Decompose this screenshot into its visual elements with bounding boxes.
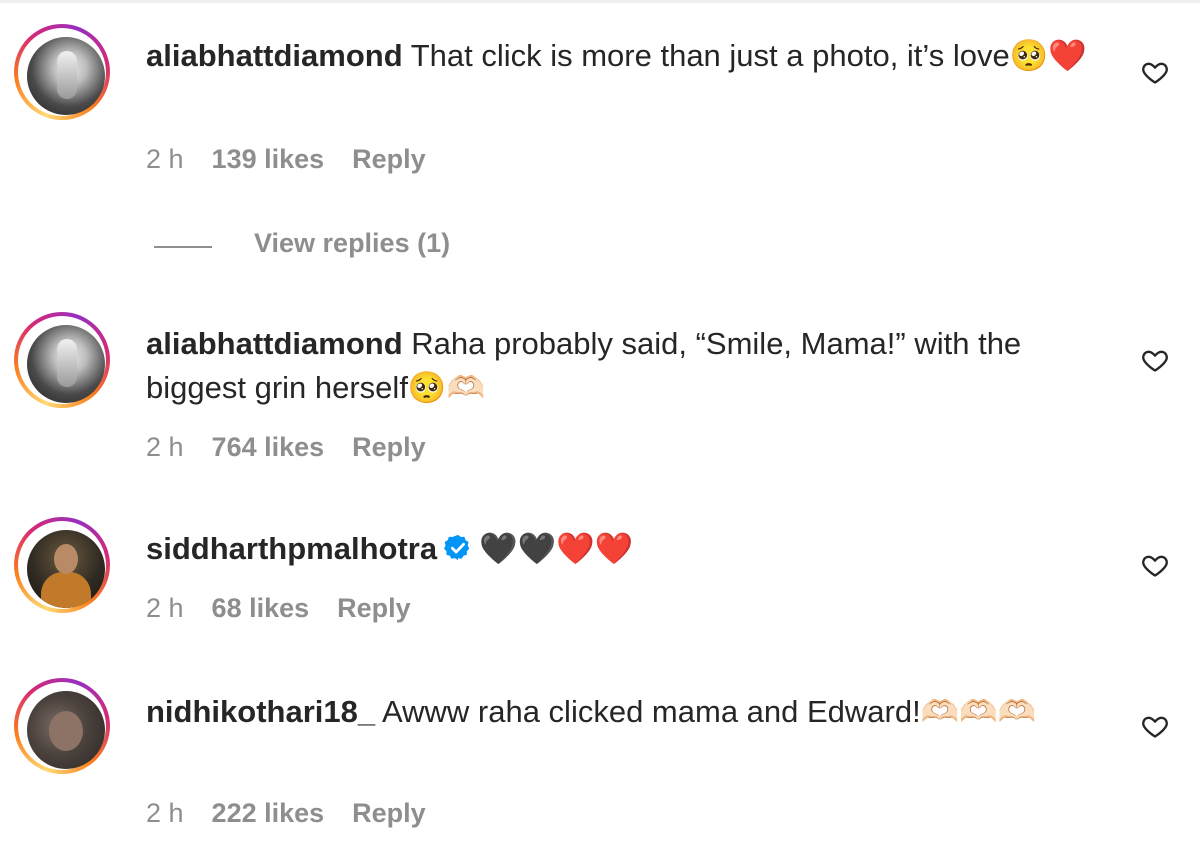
comment-likes[interactable]: 764 likes bbox=[212, 432, 325, 462]
comment-text: That click is more than just a photo, it… bbox=[402, 38, 1087, 73]
comment-username[interactable]: siddharthpmalhotra bbox=[146, 531, 437, 566]
comment-time: 2 h bbox=[146, 798, 184, 828]
verified-badge-icon bbox=[444, 534, 470, 561]
comment-meta: 2 h 764 likes Reply bbox=[146, 432, 454, 463]
comment-time: 2 h bbox=[146, 593, 184, 623]
profile-photo bbox=[27, 37, 105, 115]
comment-body: aliabhattdiamond Raha probably said, “Sm… bbox=[146, 322, 1106, 410]
avatar[interactable] bbox=[14, 312, 110, 408]
avatar[interactable] bbox=[14, 517, 110, 613]
comment-body: aliabhattdiamond That click is more than… bbox=[146, 34, 1106, 78]
comment-meta: 2 h 222 likes Reply bbox=[146, 798, 454, 829]
profile-photo bbox=[27, 530, 105, 608]
view-replies-line bbox=[154, 246, 212, 248]
comment-username[interactable]: aliabhattdiamond bbox=[146, 326, 403, 361]
comment-meta: 2 h 68 likes Reply bbox=[146, 593, 439, 624]
view-replies-label: View replies (1) bbox=[254, 228, 451, 258]
profile-photo bbox=[27, 691, 105, 769]
comment-time: 2 h bbox=[146, 144, 184, 174]
comment-likes[interactable]: 139 likes bbox=[212, 144, 325, 174]
heart-outline-icon[interactable] bbox=[1141, 346, 1169, 374]
reply-button[interactable]: Reply bbox=[337, 593, 411, 623]
top-divider bbox=[0, 0, 1200, 3]
heart-outline-icon[interactable] bbox=[1141, 58, 1169, 86]
comment-body: siddharthpmalhotra 🖤🖤❤️❤️ bbox=[146, 527, 1106, 571]
comment-meta: 2 h 139 likes Reply bbox=[146, 144, 454, 175]
heart-outline-icon[interactable] bbox=[1141, 712, 1169, 740]
profile-photo bbox=[27, 325, 105, 403]
heart-outline-icon[interactable] bbox=[1141, 551, 1169, 579]
comment-text: Awww raha clicked mama and Edward!🫶🏻🫶🏻🫶🏻 bbox=[375, 694, 1037, 729]
comment-username[interactable]: aliabhattdiamond bbox=[146, 38, 403, 73]
avatar[interactable] bbox=[14, 24, 110, 120]
avatar[interactable] bbox=[14, 678, 110, 774]
comment-text: 🖤🖤❤️❤️ bbox=[479, 531, 634, 566]
reply-button[interactable]: Reply bbox=[352, 144, 426, 174]
comment-body: nidhikothari18_ Awww raha clicked mama a… bbox=[146, 690, 1106, 734]
comment-time: 2 h bbox=[146, 432, 184, 462]
reply-button[interactable]: Reply bbox=[352, 432, 426, 462]
reply-button[interactable]: Reply bbox=[352, 798, 426, 828]
comment-likes[interactable]: 222 likes bbox=[212, 798, 325, 828]
comment-likes[interactable]: 68 likes bbox=[212, 593, 310, 623]
comment-username[interactable]: nidhikothari18_ bbox=[146, 694, 375, 729]
